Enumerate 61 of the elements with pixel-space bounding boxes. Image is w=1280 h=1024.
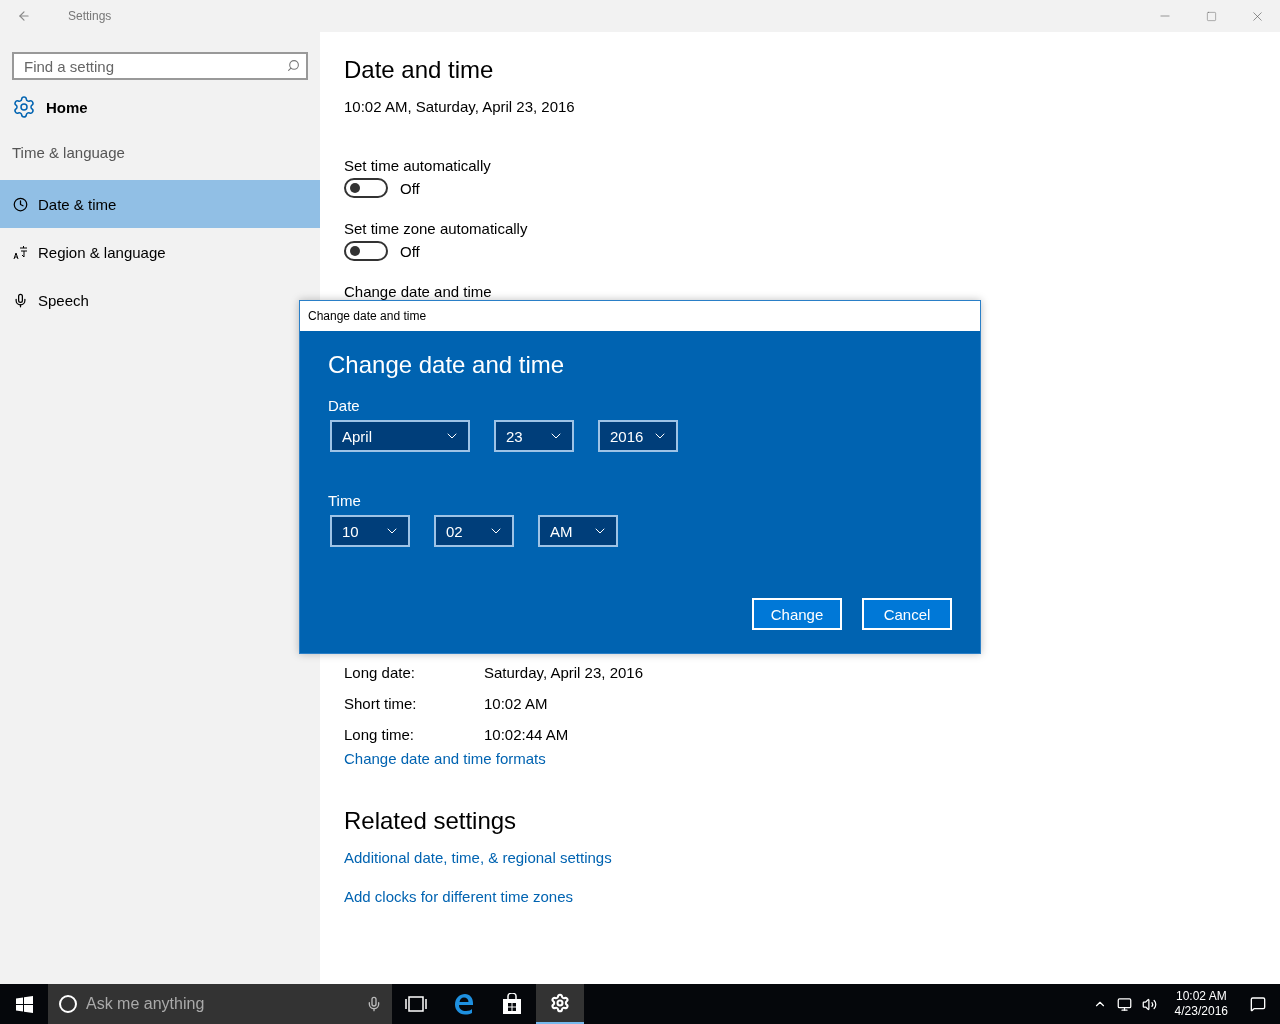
gear-icon	[12, 95, 36, 119]
toggle-switch[interactable]	[344, 241, 388, 261]
related-link[interactable]: Additional date, time, & regional settings	[344, 849, 612, 866]
taskbar-clock[interactable]: 10:02 AM 4/23/2016	[1174, 989, 1228, 1019]
circle-icon[interactable]	[58, 994, 78, 1014]
section-heading: Change date and time	[344, 283, 492, 300]
dialog-heading: Change date and time	[328, 351, 566, 379]
nav-item[interactable]: Region & language	[0, 228, 280, 276]
dialog-button[interactable]: Change	[752, 598, 842, 630]
shopping-bag-icon	[502, 993, 522, 1015]
format-value: 10:02 AM	[484, 695, 548, 712]
field-label: Date	[328, 397, 361, 414]
windows-logo-icon	[15, 995, 33, 1013]
dropdown[interactable]: 23	[494, 420, 574, 452]
current-time: 10:02 AM, Saturday, April 23, 2016	[344, 98, 576, 115]
notification-icon[interactable]	[1250, 996, 1266, 1012]
restore-icon	[1205, 10, 1217, 22]
network-icon[interactable]	[1116, 996, 1132, 1012]
browser-e-icon	[453, 993, 475, 1015]
dialog-title: Change date and time	[300, 301, 980, 331]
toggle-state: Off	[400, 179, 420, 197]
taskbar-app[interactable]	[536, 984, 584, 1024]
nav-label: Region & language	[38, 243, 166, 261]
nav-label: Date & time	[38, 195, 117, 213]
format-value: Saturday, April 23, 2016	[484, 664, 643, 681]
toggle-label: Set time automatically	[344, 157, 492, 174]
microphone-icon	[366, 996, 382, 1012]
format-label: Short time:	[344, 695, 418, 712]
dropdown[interactable]: April	[330, 420, 470, 452]
toggle-label: Set time zone automatically	[344, 220, 529, 237]
task-view-icon	[405, 996, 427, 1012]
nav-item[interactable]: Speech	[0, 276, 280, 324]
nav-item[interactable]: Date & time	[0, 180, 320, 228]
dropdown[interactable]: 10	[330, 515, 410, 547]
format-value: 10:02:44 AM	[484, 726, 569, 743]
toggle-switch[interactable]	[344, 178, 388, 198]
taskbar-search-field[interactable]: Ask me anything	[84, 994, 360, 1014]
gear-icon	[550, 993, 570, 1013]
home-link[interactable]: Home	[46, 98, 88, 116]
format-label: Long time:	[344, 726, 416, 743]
clock-icon	[13, 196, 28, 212]
dropdown[interactable]: 02	[434, 515, 514, 547]
dialog-button[interactable]: Cancel	[862, 598, 952, 630]
related-heading: Related settings	[344, 807, 518, 835]
related-link[interactable]: Add clocks for different time zones	[344, 888, 573, 905]
dropdown[interactable]: AM	[538, 515, 618, 547]
nav-label: Speech	[38, 291, 89, 309]
window-title: Settings	[68, 9, 112, 23]
section-label: Time & language	[12, 144, 126, 163]
page-heading: Date and time	[344, 56, 495, 85]
formats-link[interactable]: Change date and time formats	[344, 750, 546, 767]
field-label: Time	[328, 492, 362, 509]
search-icon	[287, 59, 300, 72]
microphone-icon	[13, 292, 28, 308]
volume-icon[interactable]	[1141, 996, 1157, 1012]
toggle-state: Off	[400, 242, 420, 260]
taskbar-search-box[interactable]: Ask me anything	[48, 984, 392, 1024]
format-label: Long date:	[344, 664, 416, 681]
dropdown[interactable]: 2016	[598, 420, 678, 452]
language-icon	[13, 244, 28, 260]
search-field[interactable]: Find a setting	[12, 52, 308, 80]
